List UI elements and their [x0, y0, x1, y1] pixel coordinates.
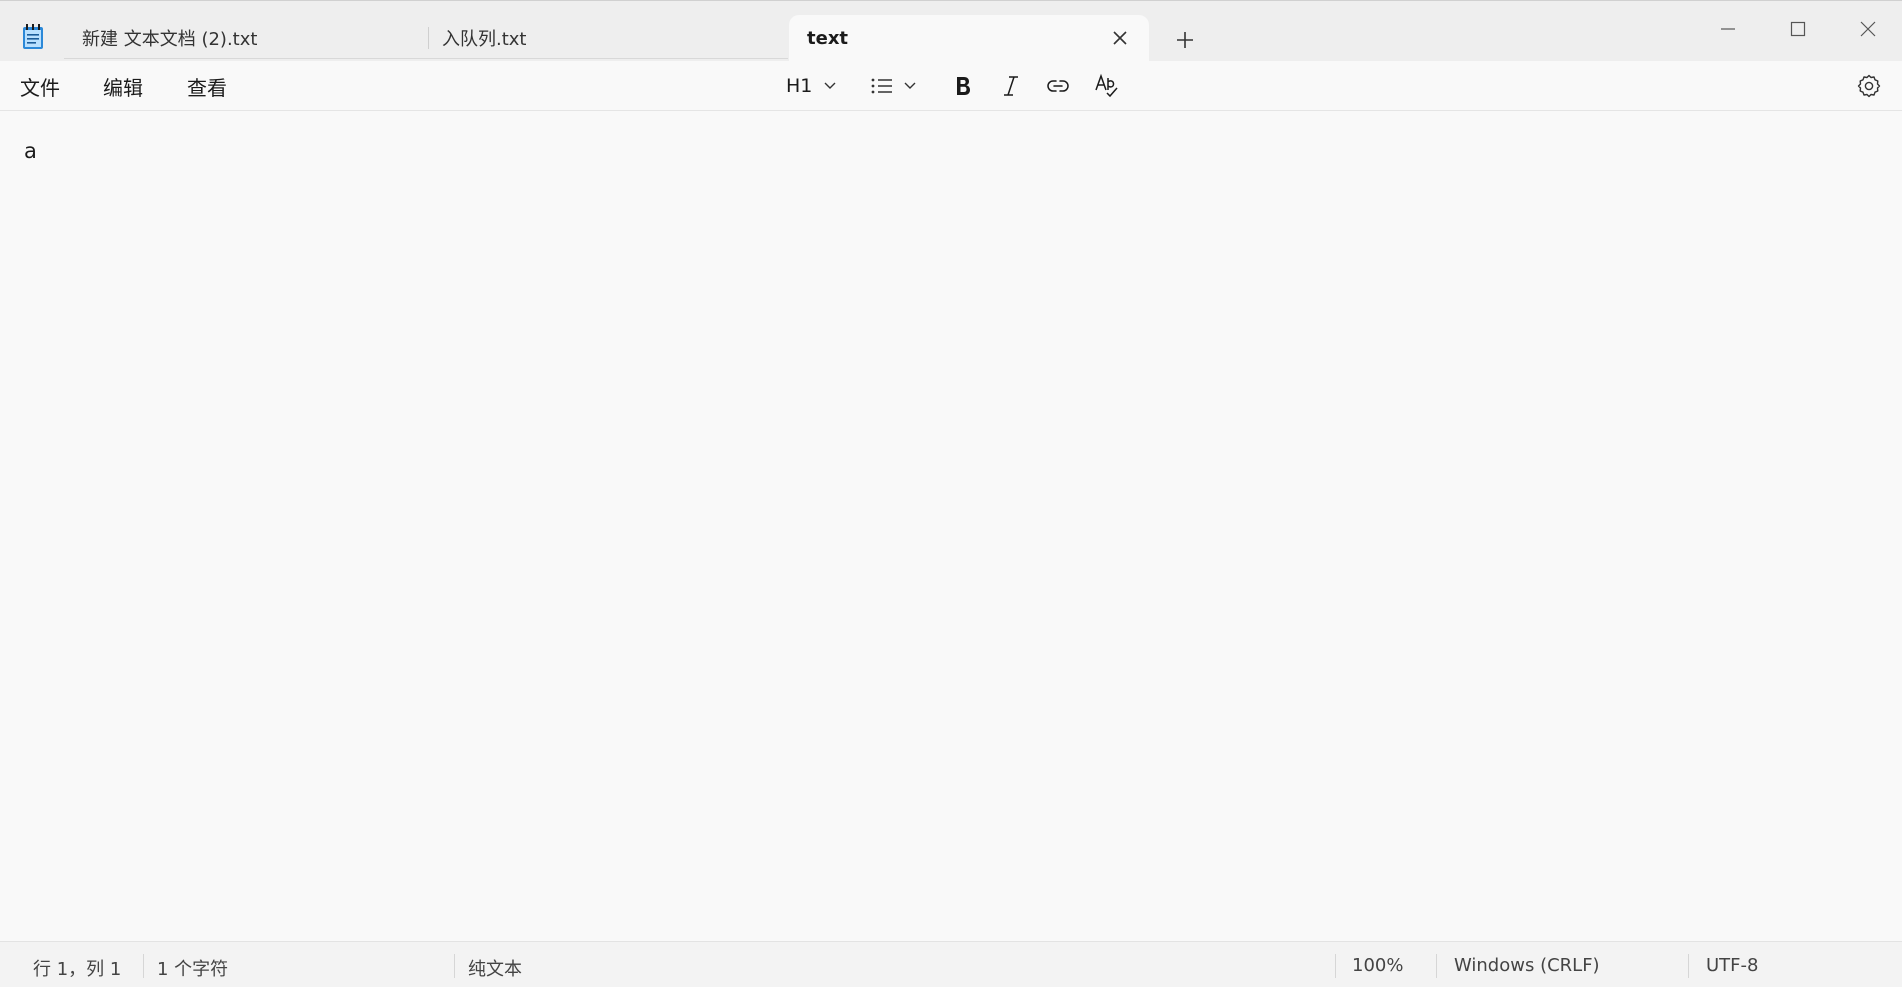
tab-text-active[interactable]: text [789, 15, 1149, 62]
menu-bar: 文件 编辑 查看 H1 [0, 61, 1902, 111]
zoom-level[interactable]: 100% [1352, 955, 1403, 976]
settings-button[interactable] [1856, 72, 1882, 100]
close-window-button[interactable] [1844, 9, 1892, 49]
tab-new-text-document[interactable]: 新建 文本文档 (2).txt [64, 17, 428, 59]
line-ending[interactable]: Windows (CRLF) [1454, 955, 1600, 976]
bold-button[interactable] [952, 72, 974, 100]
heading-label: H1 [786, 75, 813, 97]
gear-icon [1857, 74, 1881, 98]
spellcheck-button[interactable] [1094, 72, 1120, 100]
status-bar: 行 1，列 1 1 个字符 纯文本 100% Windows (CRLF) UT… [0, 941, 1902, 987]
status-divider [143, 954, 144, 978]
status-divider [1436, 954, 1437, 978]
text-format[interactable]: 纯文本 [468, 955, 522, 981]
italic-icon [1004, 76, 1018, 96]
status-divider [1335, 954, 1336, 978]
close-icon [1860, 21, 1876, 37]
status-divider [1688, 954, 1689, 978]
menu-view[interactable]: 查看 [187, 71, 227, 101]
notepad-app-icon [22, 24, 44, 50]
maximize-button[interactable] [1774, 9, 1822, 49]
list-dropdown[interactable] [870, 72, 918, 100]
notepad-window: 新建 文本文档 (2).txt 入队列.txt text 文件 编辑 查看 H1… [0, 0, 1902, 987]
tab-label: 入队列.txt [442, 28, 527, 50]
chevron-down-icon [904, 82, 916, 89]
minimize-button[interactable] [1704, 9, 1752, 49]
tab-label: 新建 文本文档 (2).txt [82, 28, 258, 50]
bulleted-list-icon [871, 78, 892, 94]
bold-icon [957, 77, 970, 95]
minimize-icon [1721, 28, 1735, 30]
menu-edit[interactable]: 编辑 [103, 71, 143, 101]
tab-queue-txt[interactable]: 入队列.txt [424, 17, 788, 59]
spellcheck-icon [1095, 73, 1118, 98]
maximize-icon [1790, 21, 1806, 37]
title-bar: 新建 文本文档 (2).txt 入队列.txt text [0, 0, 1902, 62]
link-icon [1047, 80, 1069, 92]
text-editor[interactable]: a [0, 111, 1902, 941]
tab-label: text [807, 28, 849, 49]
encoding[interactable]: UTF-8 [1706, 955, 1758, 976]
menu-file[interactable]: 文件 [20, 71, 60, 101]
character-count: 1 个字符 [157, 959, 229, 980]
link-button[interactable] [1046, 72, 1070, 100]
editor-content: a [24, 139, 37, 163]
chevron-down-icon [824, 82, 836, 89]
heading-dropdown[interactable]: H1 [786, 72, 838, 100]
new-tab-plus-icon[interactable] [1170, 25, 1200, 55]
tab-close-icon[interactable] [1111, 29, 1129, 47]
status-divider [454, 954, 455, 978]
cursor-position[interactable]: 行 1，列 1 [33, 955, 121, 981]
italic-button[interactable] [1000, 72, 1022, 100]
